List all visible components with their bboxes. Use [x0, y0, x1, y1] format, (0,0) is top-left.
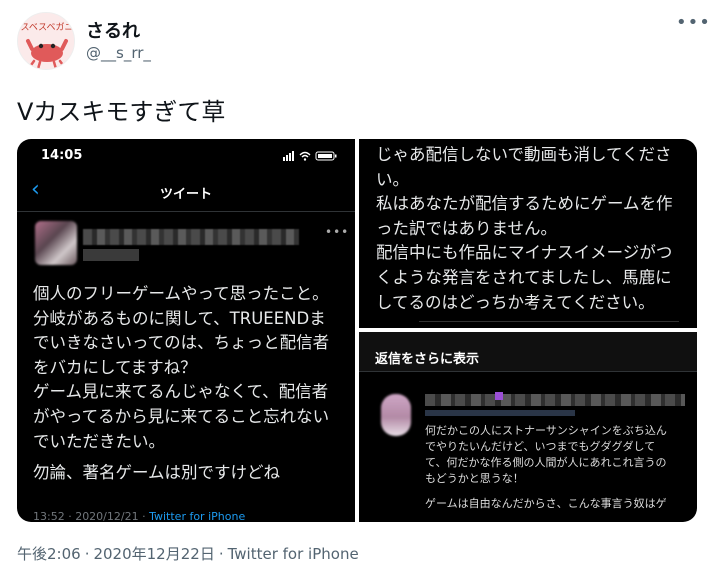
blurred-handle	[425, 410, 575, 416]
tweet-timestamp: 午後2:06 · 2020年12月22日 · Twitter for iPhone	[17, 543, 359, 564]
quote-line: 分岐があるものに関して、TRUEENDま	[33, 308, 326, 328]
reply-comment-line: でやりたいんだけど、いつまでもグダグダして	[425, 440, 656, 453]
quote-line: でいきなさいってのは、ちょっと配信者	[33, 333, 330, 353]
nav-divider	[17, 211, 355, 212]
more-options-icon[interactable]: •••	[676, 14, 708, 32]
reply-line: い。	[376, 169, 409, 189]
blurred-badge	[495, 392, 503, 400]
reply-comment-line: て、何だかな作る側の人間が人にあれこれ言うの	[425, 456, 667, 469]
handle[interactable]: @__s_rr_	[86, 44, 151, 62]
crab-avatar-icon: スベスベガニ	[18, 13, 74, 69]
quote-meta-source: Twitter for iPhone	[149, 510, 246, 522]
reply-line: くような発言をされてましたし、馬鹿に	[376, 267, 672, 287]
reply-comment-body: 何だかこの人にストナーサンシャインをぶち込ん でやりたいんだけど、いつまでもグダ…	[425, 423, 695, 512]
reply-text-body: じゃあ配信しないで動画も消してくださ い。 私はあなたが配信するためにゲームを作…	[376, 143, 694, 315]
blurred-avatar	[381, 394, 411, 436]
status-bar-time: 14:05	[41, 148, 83, 163]
blurred-handle	[83, 249, 139, 261]
media-image-top-right[interactable]: じゃあ配信しないで動画も消してくださ い。 私はあなたが配信するためにゲームを作…	[359, 139, 697, 328]
media-image-left[interactable]: 14:05 ‹ ツイート ••• 個人のフリーゲームやって思ったこと。 分岐があ…	[17, 139, 355, 522]
blurred-avatar	[35, 221, 77, 265]
tweet-source[interactable]: Twitter for iPhone	[228, 545, 359, 563]
display-name[interactable]: さるれ	[86, 17, 140, 43]
more-replies-label: 返信をさらに表示	[375, 352, 480, 367]
quote-meta-time: 13:52 · 2020/12/21 ·	[33, 510, 146, 522]
avatar[interactable]: スベスベガニ	[17, 12, 75, 70]
quote-line: ゲーム見に来てるんじゃなくて、配信者	[33, 382, 329, 402]
status-icons	[283, 151, 337, 161]
blurred-username	[425, 394, 685, 406]
separator-dot: ·	[218, 545, 224, 563]
nav-title: ツイート	[159, 187, 212, 202]
blurred-username	[83, 229, 299, 245]
reply-line: 配信中にも作品にマイナスイメージがつ	[376, 243, 673, 263]
avatar-label: スベスベガニ	[21, 22, 74, 33]
tweet-text: Vカスキモすぎて草	[17, 98, 226, 126]
quote-line: 個人のフリーゲームやって思ったこと。	[33, 284, 329, 303]
quote-line: でいただきたい。	[33, 431, 165, 451]
separator-dot: ·	[84, 545, 90, 563]
quote-line: をバカにしてますね？	[33, 357, 197, 377]
reply-comment-line: ゲームは自由なんだからさ、こんな事言う奴はゲ	[425, 497, 667, 510]
reply-line: った訳ではありません。	[376, 218, 558, 238]
quote-line: がやってるから見に来てること忘れない	[33, 406, 330, 426]
quoted-tweet-body: 個人のフリーゲームやって思ったこと。 分岐があるものに関して、TRUEENDま …	[33, 282, 351, 486]
tweet-date[interactable]: 2020年12月22日	[93, 545, 214, 563]
reply-line: してるのはどっちか考えてください。	[376, 292, 655, 312]
reply-comment-line: もどうかと思うな！	[425, 472, 524, 485]
media-grid: 14:05 ‹ ツイート ••• 個人のフリーゲームやって思ったこと。 分岐があ…	[17, 139, 697, 522]
reply-line: じゃあ配信しないで動画も消してくださ	[376, 145, 672, 164]
quote-line: 勿論、著名ゲームは別ですけどね	[33, 463, 281, 483]
quoted-tweet-meta: 13:52 · 2020/12/21 · Twitter for iPhone	[33, 510, 245, 522]
reply-comment-line: 何だかこの人にストナーサンシャインをぶち込ん	[425, 424, 667, 437]
more-replies-header: 返信をさらに表示	[359, 332, 697, 372]
action-bar-divider	[419, 321, 679, 327]
media-image-bottom-right[interactable]: 返信をさらに表示 何だかこの人にストナーサンシャインをぶち込ん でやりたいんだけ…	[359, 332, 697, 522]
reply-line: 私はあなたが配信するためにゲームを作	[376, 194, 673, 214]
ellipsis-icon: •••	[325, 225, 350, 239]
tweet-time[interactable]: 午後2:06	[17, 545, 81, 563]
